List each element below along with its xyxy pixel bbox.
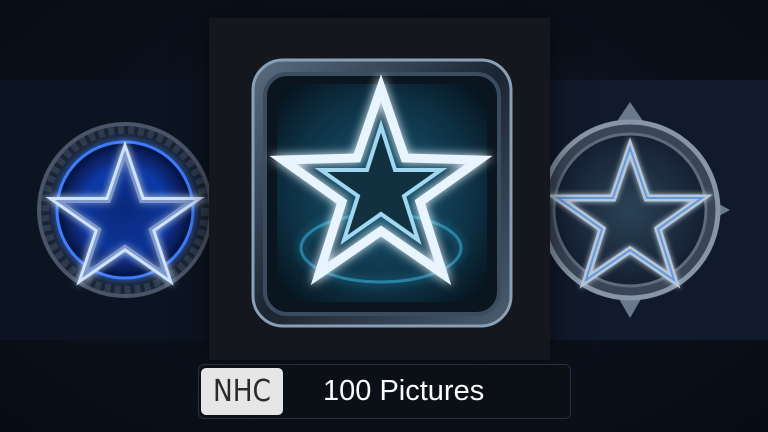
pentagram-metal-ring-icon <box>539 102 730 318</box>
gallery-image-center[interactable] <box>209 18 550 360</box>
brand-badge: NHC <box>201 368 283 415</box>
pentagram-circular-emblem-icon <box>37 122 213 298</box>
picture-count-label: 100 Pictures <box>323 375 485 407</box>
gallery-image-right[interactable] <box>530 80 768 340</box>
star-square-app-icon <box>251 58 513 328</box>
caption-bar: NHC 100 Pictures <box>198 364 571 419</box>
gallery-image-left[interactable] <box>0 80 230 340</box>
brand-badge-label: NHC <box>212 374 272 409</box>
